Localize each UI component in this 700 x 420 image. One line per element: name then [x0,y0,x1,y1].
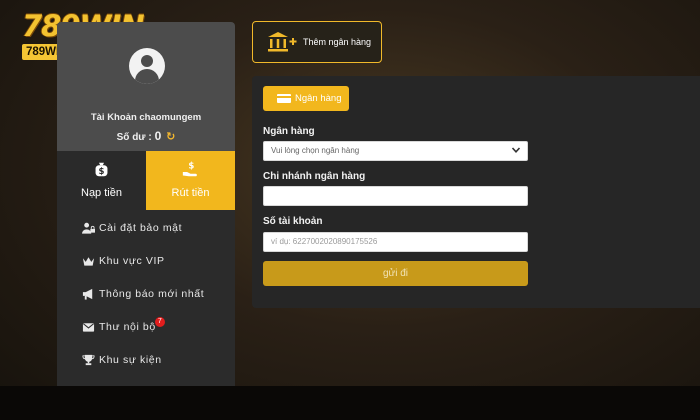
avatar [129,48,165,84]
trophy-icon [82,354,95,366]
menu-label-announcements: Thông báo mới nhất [99,288,205,300]
menu-item-announcements[interactable]: Thông báo mới nhất [57,280,235,308]
menu-item-security[interactable]: Cài đặt bảo mật [57,214,235,242]
tab-withdraw[interactable]: $ Rút tiền [146,151,235,210]
menu-label-security: Cài đặt bảo mật [99,222,183,234]
tab-deposit-label: Nạp tiền [81,187,122,199]
card-icon [277,94,291,103]
account-number-label: Số tài khoản [263,216,323,227]
account-number-input[interactable]: ví dụ: 6227002020890175526 [263,232,528,252]
branch-input[interactable] [263,186,528,206]
bank-section-tab[interactable]: Ngân hàng [263,86,349,111]
hand-coin-icon: $ [182,162,197,177]
submit-button[interactable]: gửi đi [263,261,528,286]
transaction-tabs: $ Nạp tiền $ Rút tiền [57,151,235,210]
unread-badge: 7 [154,317,165,327]
menu-item-vip[interactable]: Khu vực VIP [57,247,235,275]
megaphone-icon [82,288,93,300]
balance-value: 0 [154,129,162,143]
account-name: Tài Khoản chaomungem [90,112,202,123]
bank-field-label: Ngân hàng [263,126,315,137]
refresh-icon[interactable]: ↻ [166,130,175,143]
menu-item-events[interactable]: Khu sự kiện [57,346,235,374]
branch-field-label: Chi nhánh ngân hàng [263,171,366,182]
bank-plus-icon [268,32,297,52]
menu-label-vip: Khu vực VIP [99,255,165,267]
balance-label: Số dư : [116,132,152,143]
add-bank-label: Thêm ngân hàng [303,37,372,47]
account-number-placeholder: ví dụ: 6227002020890175526 [271,237,378,246]
balance-row: Số dư :0 ↻ [57,129,235,143]
bank-form-panel: Ngân hàng Ngân hàng Vui lòng chọn ngân h… [252,76,700,308]
user-lock-icon [82,222,95,234]
add-bank-button[interactable]: Thêm ngân hàng [252,21,382,63]
money-bag-icon: $ [95,162,108,177]
chevron-down-icon [511,147,521,153]
tab-deposit[interactable]: $ Nạp tiền [57,151,146,210]
bank-select-value: Vui lòng chọn ngân hàng [271,146,360,155]
account-sidebar: Tài Khoản chaomungem Số dư :0 ↻ $ Nạp ti… [57,22,235,386]
menu-item-inbox[interactable]: Thư nội bộ 7 [57,313,235,341]
crown-icon [82,257,95,266]
svg-text:$: $ [188,162,194,172]
bottom-strip [0,386,700,420]
svg-text:$: $ [99,167,105,177]
envelope-icon [82,323,95,332]
account-menu: Cài đặt bảo mật Khu vực VIP Thông báo mớ… [57,210,235,386]
profile-card: Tài Khoản chaomungem Số dư :0 ↻ [57,22,235,151]
inbox-label-text: Thư nội bộ [99,321,156,333]
bank-select[interactable]: Vui lòng chọn ngân hàng [263,141,528,161]
bank-section-label: Ngân hàng [295,93,342,104]
menu-label-events: Khu sự kiện [99,354,162,366]
menu-label-inbox: Thư nội bộ 7 [99,317,165,333]
tab-withdraw-label: Rút tiền [171,187,210,199]
